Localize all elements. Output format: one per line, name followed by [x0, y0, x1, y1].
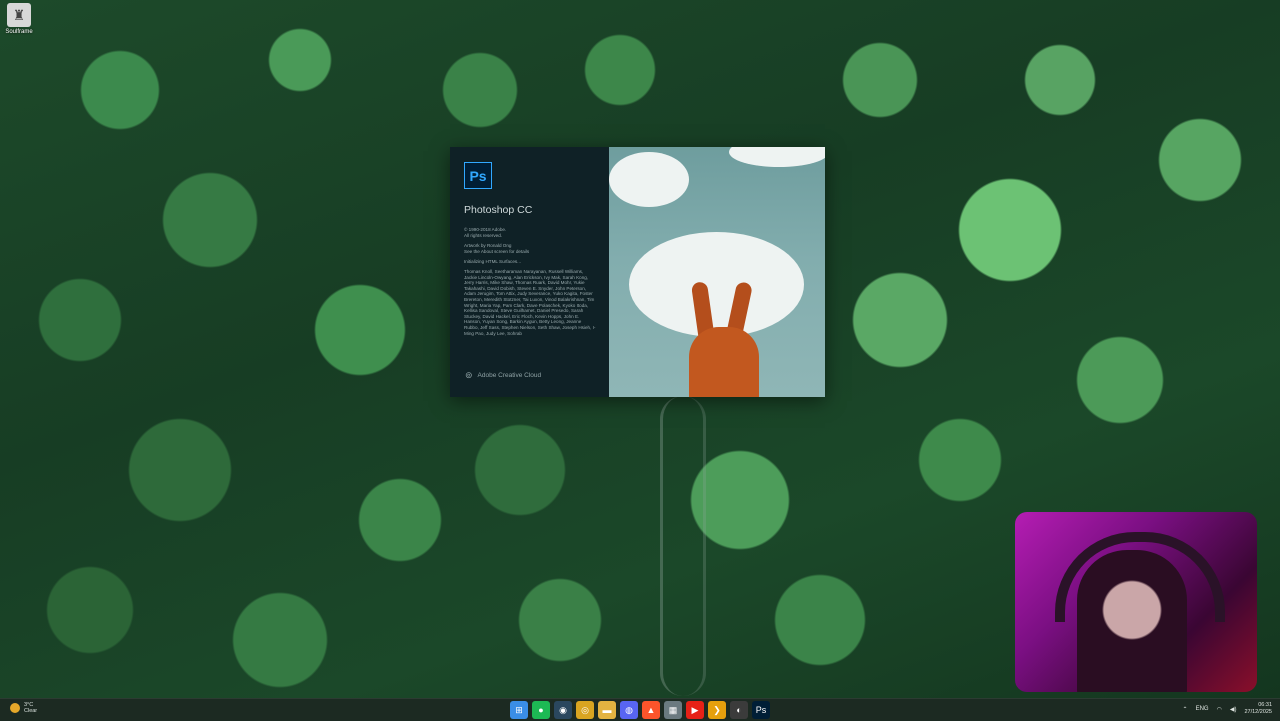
spotify-app[interactable]: ● [532, 701, 550, 719]
desktop-icon-label: Soulframe [5, 29, 33, 35]
brave-icon: ▲ [646, 705, 656, 715]
photoshop-app[interactable]: Ps [752, 701, 770, 719]
artwork-figure [689, 327, 759, 397]
artwork-credit: Artwork by Ronald Ong See the About scre… [464, 243, 530, 254]
language-indicator[interactable]: ENG [1196, 706, 1209, 712]
chrome-icon: ◎ [581, 704, 589, 715]
cloud-shape [629, 232, 804, 337]
cloud-shape [609, 152, 689, 207]
calendar-app[interactable]: ▦ [664, 701, 682, 719]
obs-icon: ◐ [736, 705, 742, 715]
credits-list: Thomas Knoll, Seetharaman Narayanan, Rus… [464, 269, 596, 336]
chevron-up-icon[interactable]: ⌃ [1183, 706, 1188, 713]
spotify-icon: ● [538, 705, 544, 715]
loading-status: Initializing HTML Surfaces... [464, 259, 522, 264]
weather-widget[interactable]: 3°C Clear [10, 702, 37, 714]
creative-cloud-icon: ⊚ [465, 370, 473, 380]
desktop-icon-soulframe[interactable]: ♜ Soulframe [3, 3, 35, 35]
youtube-app[interactable]: ▶ [686, 701, 704, 719]
weather-condition: Clear [24, 708, 38, 714]
discord-icon: ◍ [625, 704, 633, 715]
webcam-overlay [1015, 512, 1257, 692]
weather-icon [10, 703, 20, 713]
creative-cloud-footer: ⊚ Adobe Creative Cloud [465, 370, 541, 381]
youtube-icon: ▶ [691, 704, 699, 715]
obs-app[interactable]: ◐ [730, 701, 748, 719]
files-app[interactable]: ▬ [598, 701, 616, 719]
game-icon: ♜ [7, 3, 31, 27]
splash-artwork [609, 147, 825, 397]
clock[interactable]: 06:31 27/12/2025 [1244, 702, 1272, 716]
start-button[interactable]: ⊞ [510, 701, 528, 719]
steam-app[interactable]: ◉ [554, 701, 572, 719]
folder-icon: ▬ [602, 705, 612, 715]
taskbar-apps: ⊞ ● ◉ ◎ ▬ ◍ ▲ ▦ ▶ ❯ ◐ Ps [510, 701, 770, 719]
discord-app[interactable]: ◍ [620, 701, 638, 719]
splash-info-panel: Ps Photoshop CC © 1990-2018 Adobe. All r… [450, 147, 609, 397]
forest-path [660, 396, 706, 696]
cloud-shape [729, 147, 825, 167]
product-name: Photoshop CC [464, 204, 533, 216]
photoshop-logo-icon: Ps [464, 162, 492, 189]
system-tray: ⌃ ENG ◠ ◀) 06:31 27/12/2025 [1183, 702, 1272, 716]
clock-time: 06:31 [1258, 702, 1272, 708]
photoshop-splash-screen: Ps Photoshop CC © 1990-2018 Adobe. All r… [450, 147, 825, 397]
calendar-icon: ▦ [668, 704, 678, 715]
brave-app[interactable]: ▲ [642, 701, 660, 719]
steam-icon: ◉ [559, 704, 567, 715]
photoshop-icon: Ps [755, 705, 767, 715]
volume-icon[interactable]: ◀) [1230, 706, 1237, 713]
windows-icon: ⊞ [515, 704, 523, 715]
copyright-text: © 1990-2018 Adobe. All rights reserved. [464, 227, 507, 238]
plex-icon: ❯ [713, 704, 721, 715]
plex-app[interactable]: ❯ [708, 701, 726, 719]
taskbar: 3°C Clear ⊞ ● ◉ ◎ ▬ ◍ ▲ ▦ ▶ ❯ ◐ Ps ⌃ ENG ◠ ◀) 06:31… [0, 698, 1280, 721]
clock-date: 27/12/2025 [1244, 709, 1272, 715]
wifi-icon[interactable]: ◠ [1217, 706, 1222, 713]
chrome-app[interactable]: ◎ [576, 701, 594, 719]
creative-cloud-label: Adobe Creative Cloud [477, 372, 542, 379]
streamer-figure [1077, 550, 1187, 692]
